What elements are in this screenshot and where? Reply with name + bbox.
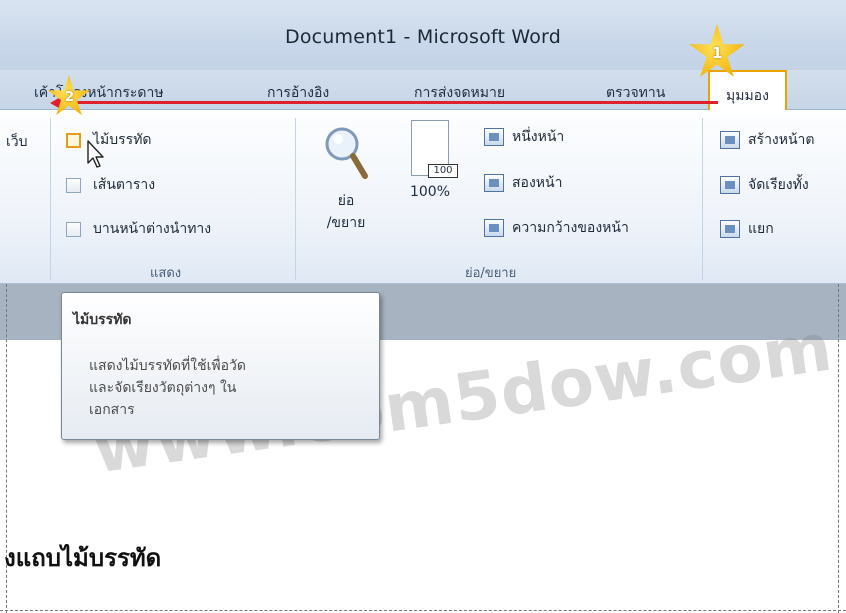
- zoom-100-button[interactable]: 100 100%: [396, 120, 464, 200]
- page-width-button[interactable]: ความกว้างของหน้า: [484, 217, 629, 239]
- magnifier-icon: [325, 127, 368, 179]
- page-boundary-right: [838, 284, 839, 613]
- group-separator: [295, 118, 296, 280]
- page-boundary-bottom: [0, 610, 846, 611]
- ruler-tooltip: ไม้บรรทัด แสดงไม้บรรทัดที่ใช้เพื่อวัด แล…: [61, 292, 380, 440]
- show-group-label: แสดง: [150, 266, 182, 281]
- ruler-checkbox-row[interactable]: ไม้บรรทัด: [66, 130, 152, 150]
- gridlines-checkbox-row[interactable]: เส้นตาราง: [66, 175, 155, 195]
- page-width-icon: [484, 219, 504, 237]
- navigation-pane-checkbox-label: บานหน้าต่างนำทาง: [93, 221, 212, 237]
- one-page-label: หนึ่งหน้า: [512, 129, 565, 145]
- navigation-pane-checkbox-row[interactable]: บานหน้าต่างนำทาง: [66, 219, 211, 239]
- arrange-all-label: จัดเรียงทั้ง: [748, 177, 809, 193]
- page-100-icon: 100: [405, 120, 458, 182]
- ruler-checkbox[interactable]: [66, 132, 81, 148]
- one-page-button[interactable]: หนึ่งหน้า: [484, 126, 564, 148]
- zoom-button[interactable]: ย่อ /ขยาย: [306, 124, 386, 234]
- tooltip-line-3: เอกสาร: [89, 402, 135, 418]
- new-window-label: สร้างหน้าต: [748, 132, 815, 148]
- split-icon: [720, 220, 740, 238]
- tooltip-line-2: และจัดเรียงวัตถุต่างๆ ใน: [89, 380, 237, 396]
- gridlines-checkbox-label: เส้นตาราง: [93, 177, 156, 193]
- two-pages-button[interactable]: สองหน้า: [484, 172, 562, 194]
- callout-number-1: 1: [712, 44, 723, 62]
- zoom-button-label-1: ย่อ: [337, 193, 355, 209]
- split-label: แยก: [748, 221, 774, 237]
- annotation-arrow: [62, 101, 718, 104]
- new-window-icon: [720, 131, 740, 149]
- zoom-button-label-2: /ขยาย: [326, 215, 366, 231]
- split-button[interactable]: แยก: [720, 218, 774, 240]
- tooltip-line-1: แสดงไม้บรรทัดที่ใช้เพื่อวัด: [89, 358, 246, 374]
- navigation-pane-checkbox[interactable]: [66, 221, 81, 237]
- page-width-label: ความกว้างของหน้า: [512, 220, 629, 236]
- arrange-all-icon: [720, 176, 740, 194]
- tooltip-title: ไม้บรรทัด: [73, 312, 132, 328]
- group-separator: [50, 118, 51, 280]
- zoom-group-label: ย่อ/ขยาย: [465, 266, 517, 281]
- new-window-button[interactable]: สร้างหน้าต: [720, 129, 815, 151]
- tooltip-body: แสดงไม้บรรทัดที่ใช้เพื่อวัด และจัดเรียงว…: [89, 355, 369, 421]
- zoom-100-label: 100%: [409, 184, 451, 200]
- tab-view[interactable]: มุมมอง: [708, 70, 787, 111]
- ribbon-partial-label[interactable]: เว็บ: [6, 131, 28, 153]
- two-pages-icon: [484, 174, 504, 192]
- gridlines-checkbox[interactable]: [66, 177, 81, 193]
- one-page-icon: [484, 128, 504, 146]
- arrange-all-button[interactable]: จัดเรียงทั้ง: [720, 174, 809, 196]
- document-heading[interactable]: งแถบไม้บรรทัด: [4, 538, 161, 577]
- ribbon-tab-row: เค้าโครงหน้ากระดาษ การอ้างอิง การส่งจดหม…: [0, 70, 846, 111]
- mouse-pointer-icon: [87, 140, 104, 168]
- callout-number-2: 2: [65, 90, 75, 105]
- group-separator: [702, 118, 703, 280]
- two-pages-label: สองหน้า: [512, 175, 563, 191]
